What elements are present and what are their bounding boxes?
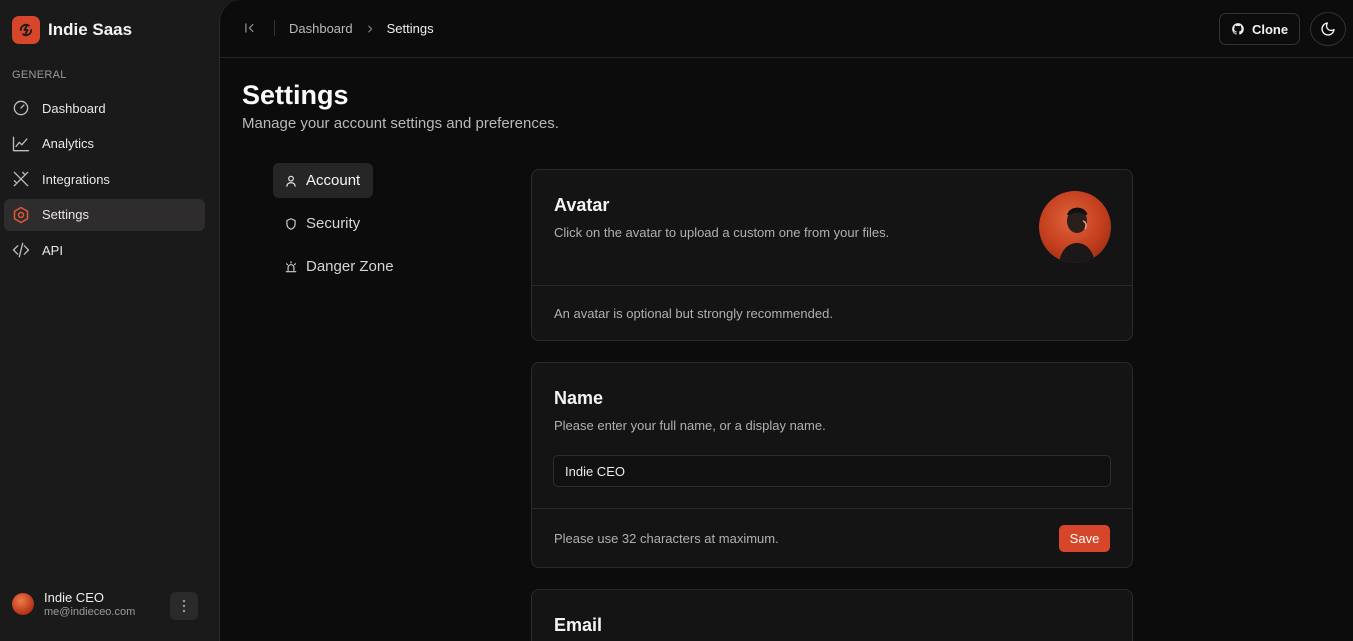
email-card: Email [531,589,1133,641]
card-title: Name [554,388,604,408]
section-label-general: GENERAL [12,69,67,81]
card-description: Click on the avatar to upload a custom o… [554,225,890,240]
sidebar-item-label: Dashboard [42,100,106,116]
brand-name: Indie Saas [48,20,133,39]
clone-button[interactable]: Clone [1219,13,1300,45]
sidebar-item-label: Settings [42,207,89,223]
main-panel: Dashboard Settings Clone Settings Manage… [219,0,1353,641]
tab-security[interactable]: Security [273,206,373,241]
breadcrumb: Dashboard Settings [289,21,434,36]
code-icon [12,243,30,258]
name-input[interactable] [553,455,1111,487]
collapse-sidebar-button[interactable] [240,18,260,38]
user-profile[interactable]: Indie CEO me@indieceo.com [12,590,198,620]
avatar-upload[interactable] [1039,191,1111,263]
hexagon-settings-icon [13,206,29,224]
line-chart-icon [12,136,30,151]
sidebar-item-integrations[interactable]: Integrations [4,163,205,195]
sidebar: Indie Saas GENERAL Dashboard Analytics I… [0,0,220,641]
avatar-card: Avatar Click on the avatar to upload a c… [531,169,1133,341]
avatar [12,593,34,615]
card-description: Please enter your full name, or a displa… [554,418,826,433]
page-title: Settings [242,80,349,110]
siren-icon [285,260,297,272]
sidebar-item-dashboard[interactable]: Dashboard [4,92,205,124]
footer-text: An avatar is optional but strongly recom… [554,306,833,321]
card-title: Email [554,615,603,635]
user-name: Indie CEO [44,590,104,605]
sidebar-item-settings[interactable]: Settings [4,198,205,231]
card-footer: Please use 32 characters at maximum. Sav… [532,508,1132,567]
user-email: me@indieceo.com [44,606,136,618]
github-icon [1232,23,1244,35]
brand[interactable]: Indie Saas [12,16,132,44]
collapse-icon [245,23,254,33]
shield-icon [286,217,296,230]
gauge-icon [13,100,29,116]
settings-tabs: Account Security Danger Zone [273,163,394,292]
divider [274,20,275,36]
sidebar-item-api[interactable]: API [4,234,205,266]
sidebar-nav: Dashboard Analytics Integrations Setting… [4,92,205,270]
sidebar-item-label: API [42,242,63,258]
page-subtitle: Manage your account settings and prefere… [242,115,559,132]
bolt-icon [12,16,40,44]
sidebar-item-label: Integrations [42,171,110,187]
breadcrumb-dashboard[interactable]: Dashboard [289,21,353,36]
footer-text: Please use 32 characters at maximum. [554,531,779,546]
card-footer: An avatar is optional but strongly recom… [532,285,1132,340]
card-title: Avatar [554,195,610,215]
user-menu-button[interactable] [170,592,198,620]
tab-danger-zone[interactable]: Danger Zone [273,249,394,284]
more-vertical-icon [182,599,186,613]
sidebar-item-analytics[interactable]: Analytics [4,128,205,160]
theme-toggle-button[interactable] [1310,12,1346,46]
save-button[interactable]: Save [1059,525,1110,552]
tools-icon [13,171,29,187]
tab-label: Security [306,215,361,232]
avatar-portrait [1059,207,1095,263]
topbar: Dashboard Settings Clone [220,0,1353,58]
tab-label: Account [306,172,361,189]
chevron-right-icon [367,25,372,32]
tab-label: Danger Zone [306,258,394,275]
tab-account[interactable]: Account [273,163,373,198]
moon-icon [1321,22,1335,36]
clone-label: Clone [1251,21,1289,37]
sidebar-item-label: Analytics [42,136,95,152]
breadcrumb-current: Settings [386,21,434,36]
name-card: Name Please enter your full name, or a d… [531,362,1133,568]
user-icon [286,175,296,187]
